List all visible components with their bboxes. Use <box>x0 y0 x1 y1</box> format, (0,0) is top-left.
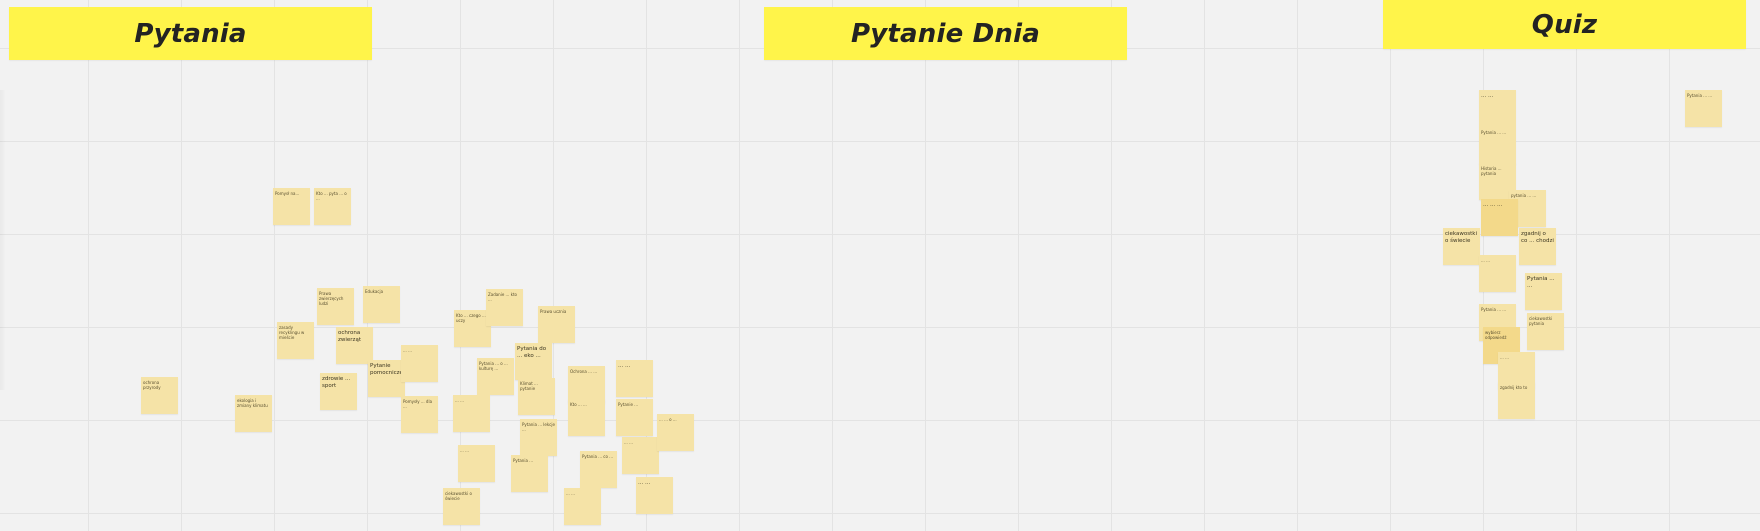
sticky-note[interactable]: zgadnij o co ... chodzi <box>1519 228 1556 265</box>
sticky-note[interactable]: Prawa zwierzęcych ludzi <box>317 288 354 325</box>
sticky-note[interactable]: Pytania ... ... <box>1525 273 1562 310</box>
sticky-note[interactable]: ... ... <box>401 345 438 382</box>
sticky-note[interactable]: Pytanie ... <box>616 399 653 436</box>
sticky-note[interactable]: ochrona zwierząt <box>336 327 373 364</box>
sticky-note[interactable]: zasady recyklingu w mieście <box>277 322 314 359</box>
sticky-note[interactable]: Ochrona ... ... <box>568 366 605 403</box>
canvas-edge-shadow <box>0 90 6 390</box>
frame-title-pytanie-dnia[interactable]: Pytanie Dnia <box>764 7 1127 60</box>
sticky-note[interactable]: ... ... o ... <box>657 414 694 451</box>
sticky-note[interactable]: Edukacja <box>363 286 400 323</box>
sticky-note[interactable]: ... ... <box>453 395 490 432</box>
frame-title-pytania[interactable]: Pytania <box>9 7 372 60</box>
sticky-note[interactable]: Pytania do ... eko ... <box>515 343 552 380</box>
sticky-note[interactable]: Kto ... ... <box>568 399 605 436</box>
sticky-note[interactable]: ciekawostki o świecie <box>443 488 480 525</box>
sticky-note[interactable]: Pomysły ... dla ... <box>401 396 438 433</box>
sticky-note[interactable]: ochrona przyrody <box>141 377 178 414</box>
sticky-note[interactable]: ciekawostki pytania <box>1527 313 1564 350</box>
sticky-note[interactable]: ... ... <box>622 437 659 474</box>
sticky-note[interactable]: Pytania ... o ... kulturę ... <box>477 358 514 395</box>
sticky-note[interactable]: ... ... ... <box>1481 199 1518 236</box>
sticky-note[interactable]: Pytania ... co ... <box>580 451 617 488</box>
sticky-note[interactable]: ... ... <box>1479 255 1516 292</box>
sticky-note[interactable]: Prawa ucznia <box>538 306 575 343</box>
sticky-note[interactable]: Zadanie ... kto ... <box>486 289 523 326</box>
sticky-note[interactable]: ... ... <box>458 445 495 482</box>
sticky-note[interactable]: ... ... <box>636 477 673 514</box>
sticky-note[interactable]: Pytania ... <box>511 455 548 492</box>
sticky-note[interactable]: Pytanie pomocnicze <box>368 360 405 397</box>
sticky-note[interactable]: Pytania ... lekcje ... <box>520 419 557 456</box>
sticky-note[interactable]: Pytania ... ... <box>1685 90 1722 127</box>
sticky-note[interactable]: ekologia i zmiany klimatu <box>235 395 272 432</box>
sticky-note[interactable]: ... ... <box>616 360 653 397</box>
sticky-note[interactable]: Pomysł na... <box>273 188 310 225</box>
sticky-note[interactable]: Pytania ... ... <box>1479 127 1516 164</box>
sticky-note[interactable]: ... ... <box>1479 90 1516 127</box>
sticky-note[interactable]: ... ... <box>564 488 601 525</box>
sticky-note[interactable]: Kto ... pyta ... o ... <box>314 188 351 225</box>
sticky-note[interactable]: zgadnij kto to <box>1498 382 1535 419</box>
sticky-note[interactable]: zdrowie ... sport <box>320 373 357 410</box>
sticky-note[interactable]: Klimat ... pytanie <box>518 378 555 415</box>
sticky-note[interactable]: ciekawostki o świecie <box>1443 228 1480 265</box>
frame-title-quiz[interactable]: Quiz <box>1383 0 1746 49</box>
